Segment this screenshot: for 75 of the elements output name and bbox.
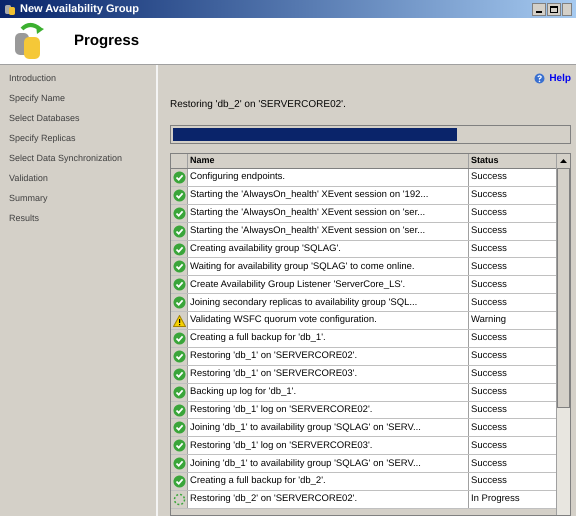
- sidebar-item[interactable]: Select Databases: [9, 112, 156, 126]
- check-circle-icon: [172, 332, 186, 345]
- sidebar-item[interactable]: Specify Name: [9, 92, 156, 106]
- scrollbar[interactable]: [556, 154, 570, 515]
- table-cell-text: Warning: [471, 313, 506, 328]
- check-circle-icon: [172, 421, 186, 434]
- table-cell: Create Availability Group Listener 'ServerCore_LS'.: [190, 278, 406, 292]
- sidebar-item[interactable]: Specify Replicas: [9, 132, 156, 146]
- table-cell-text: Waiting for availability group 'SQLAG' to come online.: [190, 260, 415, 274]
- sidebar-item[interactable]: Validation: [9, 172, 156, 186]
- table-cell: Joining 'db_1' to availability group 'SQLAG' on 'SERV...: [190, 456, 421, 471]
- check-circle-icon: [172, 170, 186, 184]
- table-cell-text: Starting the 'AlwaysOn_health' XEvent session on 'ser...: [190, 224, 426, 238]
- sidebar-item[interactable]: Summary: [9, 192, 156, 206]
- table-cell-text: Creating a full backup for 'db_1'.: [190, 331, 326, 346]
- table-cell-text: Success: [471, 224, 507, 238]
- table-cell-text: Success: [471, 474, 507, 488]
- table-cell: Success: [471, 438, 507, 453]
- check-circle-icon: [172, 296, 186, 310]
- sidebar-item[interactable]: Introduction: [9, 72, 156, 86]
- check-circle-icon: [172, 188, 186, 202]
- check-circle-icon: [172, 475, 186, 488]
- table-cell-text: Success: [471, 260, 507, 274]
- warning-icon: [172, 314, 186, 327]
- table-cell: Joining secondary replicas to availability group 'SQL...: [190, 296, 418, 310]
- page-title: Progress: [74, 30, 140, 51]
- spinner-icon: [172, 492, 186, 506]
- minimize-button[interactable]: [532, 2, 546, 16]
- table-cell: Restoring 'db_1' log on 'SERVERCORE03'.: [190, 438, 372, 453]
- table-cell-text: In Progress: [471, 492, 520, 506]
- table-cell: Success: [471, 278, 507, 292]
- check-circle-icon: [172, 260, 186, 274]
- table-cell-text: Validating WSFC quorum vote configuration.: [190, 313, 377, 328]
- table-cell-text: Restoring 'db_2' on 'SERVERCORE02'.: [190, 492, 358, 506]
- check-circle-icon: [172, 350, 186, 363]
- table-cell-text: Creating availability group 'SQLAG'.: [190, 242, 341, 256]
- check-circle-icon: [172, 457, 186, 470]
- table-cell-text: Success: [471, 242, 507, 256]
- table-cell-text: Success: [471, 402, 507, 417]
- sidebar-item[interactable]: Select Data Synchronization: [9, 152, 156, 166]
- table-cell-text: Joining 'db_1' to availability group 'SQLAG' on 'SERV...: [190, 420, 421, 435]
- check-circle-icon: [172, 206, 186, 220]
- check-circle-icon: [172, 278, 186, 292]
- table-cell: Starting the 'AlwaysOn_health' XEvent session on '192...: [190, 188, 428, 202]
- table-cell-text: Creating a full backup for 'db_2'.: [190, 474, 326, 488]
- sidebar-item[interactable]: Results: [9, 212, 156, 226]
- table-cell-text: Success: [471, 331, 507, 346]
- database-icon: [4, 3, 16, 15]
- maximize-button[interactable]: [547, 2, 561, 16]
- table-cell-text: Success: [471, 170, 507, 184]
- help-link[interactable]: Help: [549, 71, 571, 86]
- table-cell-text: Configuring endpoints.: [190, 170, 286, 184]
- table-cell: Success: [471, 296, 507, 310]
- table-cell: Restoring 'db_1' on 'SERVERCORE02'.: [190, 349, 358, 364]
- check-circle-icon: [172, 386, 186, 399]
- check-circle-icon: [172, 439, 186, 452]
- window-title: New Availability Group: [20, 2, 139, 17]
- check-circle-icon: [172, 224, 186, 238]
- check-circle-icon: [172, 368, 186, 381]
- table-cell: Success: [471, 349, 507, 364]
- table-cell: Starting the 'AlwaysOn_health' XEvent session on 'ser...: [190, 206, 426, 220]
- table-cell: Success: [471, 188, 507, 202]
- table-cell-text: Backing up log for 'db_1'.: [190, 385, 296, 399]
- column-header: Status: [470, 154, 500, 167]
- status-message: Restoring 'db_2' on 'SERVERCORE02'.: [170, 98, 347, 112]
- table-cell: Success: [471, 206, 507, 220]
- table-cell: Restoring 'db_1' on 'SERVERCORE03'.: [190, 367, 358, 382]
- table-cell: Success: [471, 367, 507, 382]
- table-cell-text: Success: [471, 385, 507, 399]
- column-header: Name: [188, 154, 469, 168]
- scroll-up-arrow-icon[interactable]: [560, 159, 567, 163]
- table-cell: Success: [471, 456, 507, 471]
- table-cell-text: Restoring 'db_1' log on 'SERVERCORE02'.: [190, 402, 372, 417]
- table-cell-text: Success: [471, 420, 507, 435]
- help-icon[interactable]: [534, 73, 546, 84]
